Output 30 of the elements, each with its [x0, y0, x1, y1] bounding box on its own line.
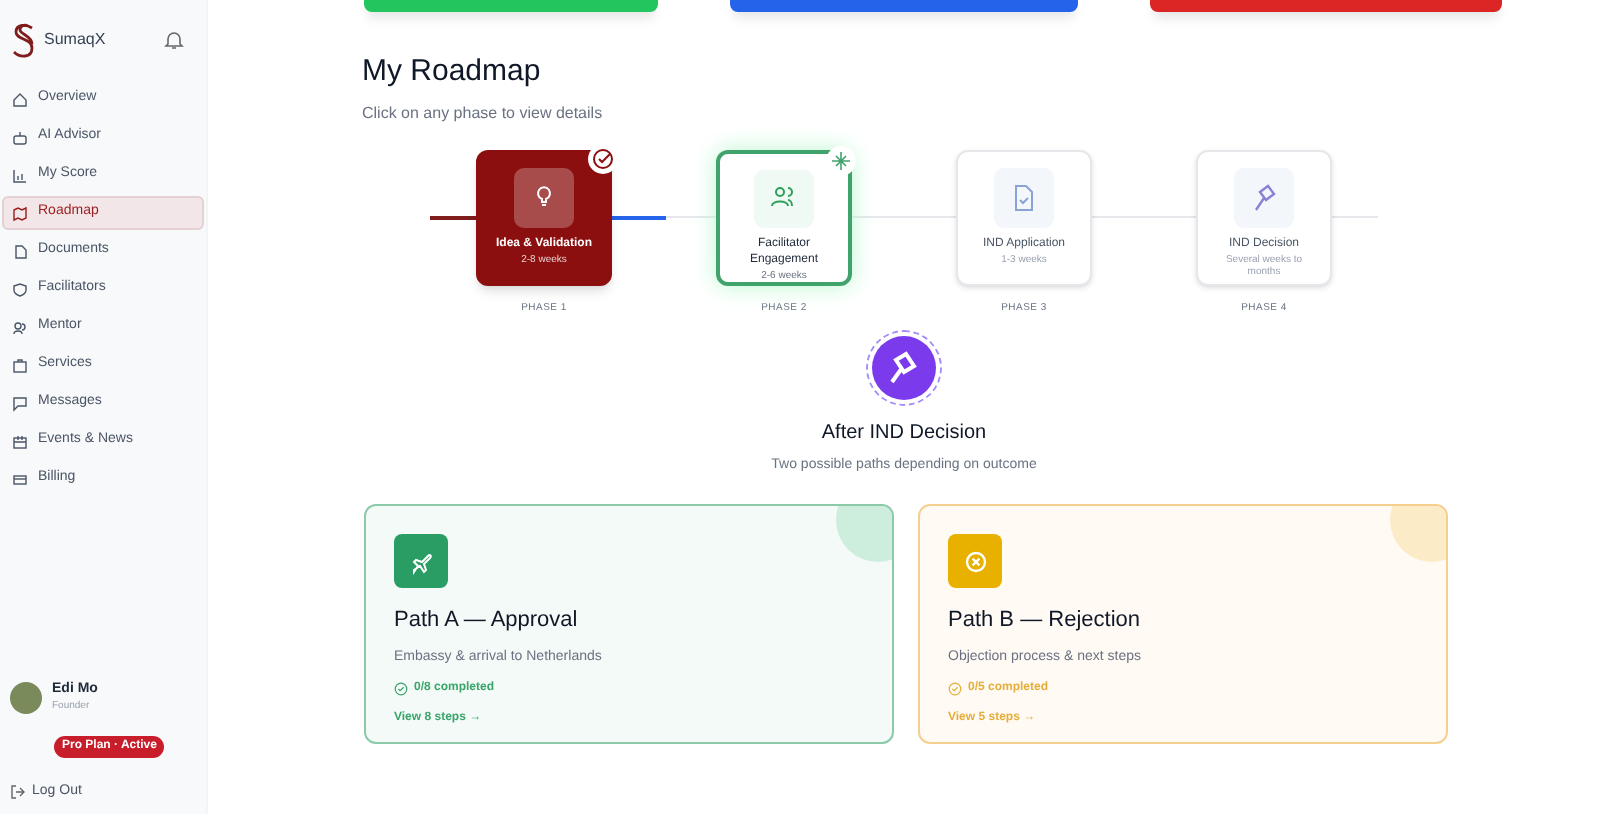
path-title: Path B — Rejection [948, 606, 1142, 636]
doc-icon [12, 243, 28, 259]
section-title: After IND Decision [821, 419, 987, 447]
users-icon [12, 319, 28, 335]
bulb-icon [514, 167, 574, 227]
home-icon [12, 91, 28, 107]
map-icon [12, 205, 28, 221]
gavel-icon [1234, 167, 1294, 227]
path-title: Path A — Approval [394, 606, 580, 636]
chart-icon [12, 167, 28, 183]
shield-icon [12, 281, 28, 297]
avatar [10, 681, 42, 713]
users-icon [754, 169, 814, 227]
plane-icon [394, 534, 448, 588]
doc-icon [994, 167, 1054, 227]
page-title: My Roadmap [362, 52, 543, 92]
case-icon [12, 357, 28, 373]
sparkle-icon [826, 145, 856, 175]
check-circle-icon [394, 682, 408, 696]
check-circle-icon [948, 682, 962, 696]
bot-icon [12, 129, 28, 145]
page-subtitle: Click on any phase to view details [362, 101, 605, 125]
card-icon [12, 471, 28, 487]
check-icon [588, 143, 618, 173]
calendar-icon [12, 433, 28, 449]
chat-icon [12, 395, 28, 411]
bell-icon[interactable] [164, 30, 184, 50]
logo-icon [10, 22, 38, 58]
logout-icon [10, 783, 26, 800]
brand-name: SumaqX [44, 28, 106, 52]
